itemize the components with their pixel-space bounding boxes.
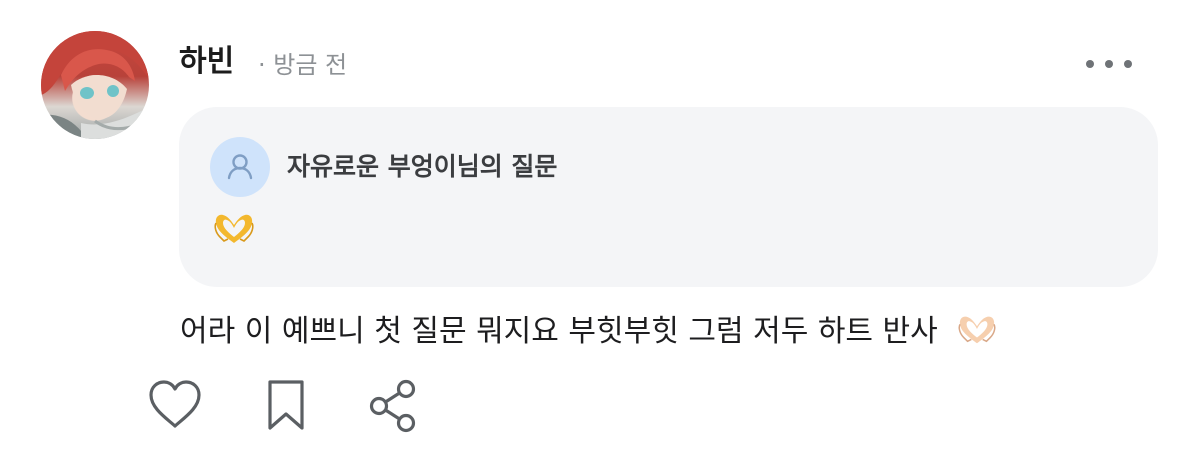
author-avatar[interactable] xyxy=(41,31,149,139)
heart-hands-icon xyxy=(212,211,254,251)
answer-text-line: 어라 이 예쁘니 첫 질문 뭐지요 부힛부힛 그럼 저두 하트 반사 xyxy=(180,310,999,360)
more-dot xyxy=(1105,60,1113,68)
post-time: · 방금 전 xyxy=(258,51,348,79)
more-dot xyxy=(1124,60,1132,68)
more-dot xyxy=(1086,60,1094,68)
answer-text: 어라 이 예쁘니 첫 질문 뭐지요 부힛부힛 그럼 저두 하트 반사 xyxy=(180,314,938,349)
asker-avatar xyxy=(210,137,270,197)
bookmark-icon[interactable] xyxy=(266,378,306,436)
asker-label: 자유로운 부엉이님의 질문 xyxy=(287,152,558,181)
more-options-icon[interactable] xyxy=(1086,52,1132,76)
share-icon[interactable] xyxy=(368,378,422,438)
user-icon xyxy=(227,154,253,180)
author-name[interactable]: 하빈 xyxy=(179,42,234,82)
question-card[interactable]: 자유로운 부엉이님의 질문 xyxy=(179,107,1158,287)
heart-icon[interactable] xyxy=(146,378,204,436)
heart-hands-icon xyxy=(955,313,999,360)
